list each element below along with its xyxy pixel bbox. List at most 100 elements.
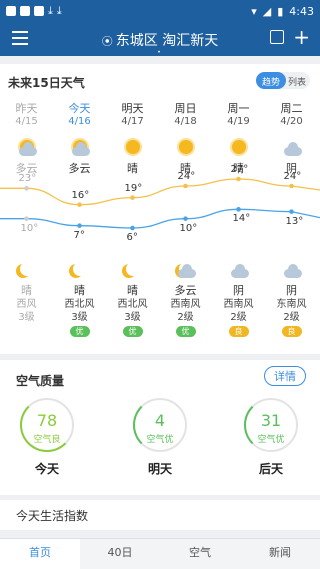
aqi-badge: 优 xyxy=(122,326,143,337)
aqi-gauge-tomorrow[interactable]: 4 空气优 明天 xyxy=(130,398,190,488)
moon-icon xyxy=(16,258,38,280)
wind-level: 3级 xyxy=(71,312,88,323)
low-temp-label: 13° xyxy=(285,215,304,227)
tab-home[interactable]: 首页 xyxy=(0,539,80,569)
day-name: 明天 xyxy=(121,102,144,115)
aqi-ring: 4 空气优 xyxy=(133,398,187,452)
day-condition: 多云 xyxy=(68,162,91,175)
aqi-label: 空气优 xyxy=(257,435,285,445)
aqi-label: 空气优 xyxy=(146,435,174,445)
day-name: 今天 xyxy=(68,102,91,115)
signal-icon: ◢ xyxy=(262,4,272,18)
app-bar: ⦿ 东城区 淘汇新天 • + xyxy=(0,22,320,56)
high-temp-label: 27° xyxy=(230,164,249,175)
night-condition: 晴 xyxy=(127,284,138,297)
page-indicator: • xyxy=(157,49,163,56)
high-temp-label: 16° xyxy=(71,189,90,201)
day-date: 4/19 xyxy=(227,116,250,127)
chart-spacer xyxy=(159,176,212,252)
wind-direction: 西南风 xyxy=(223,299,254,310)
chart-spacer xyxy=(0,176,53,252)
forecast-card: 未来15日天气 趋势 列表 昨天 4/15 多云晴西风 3级 今天 4/16 多云晴西北风 3… xyxy=(0,64,320,354)
wind-direction: 西南风 xyxy=(170,299,201,310)
low-temp-label: 10° xyxy=(20,222,39,234)
aqi-label: 空气良 xyxy=(33,435,61,445)
low-temp-label: 10° xyxy=(179,222,198,234)
aqi-badge: 优 xyxy=(175,326,196,337)
wind-direction: 西北风 xyxy=(117,299,148,310)
aqi-day: 今天 xyxy=(34,462,59,476)
night-cloudy-icon xyxy=(175,258,197,280)
download-icon: ⤓ xyxy=(48,4,53,17)
aqi-day: 后天 xyxy=(258,462,283,476)
tab-air[interactable]: 空气 xyxy=(160,539,240,569)
aqi-ring: 31 空气优 xyxy=(244,398,298,452)
moon-icon xyxy=(122,258,144,280)
tab-news[interactable]: 新闻 xyxy=(240,539,320,569)
aqi-badge: 良 xyxy=(281,326,302,337)
chart-spacer xyxy=(265,176,318,252)
notification-icon xyxy=(34,6,44,16)
aqi-day: 明天 xyxy=(147,462,172,476)
high-temp-label: 24° xyxy=(283,171,302,182)
aqi-value: 78 xyxy=(36,411,58,430)
night-condition: 阴 xyxy=(233,284,244,297)
forecast-day-column[interactable]: 今天 4/16 多云晴西北风 3级优 xyxy=(53,100,106,337)
day-name: 周一 xyxy=(227,102,250,115)
high-temp-label: 23° xyxy=(18,173,37,185)
wind-level: 2级 xyxy=(283,312,300,323)
location-pin-icon: ⦿ xyxy=(101,35,113,48)
aqi-value: 31 xyxy=(260,411,282,430)
low-temp-label: 14° xyxy=(232,213,251,225)
wind-level: 3级 xyxy=(18,312,35,323)
wind-direction: 西北风 xyxy=(64,299,95,310)
sun-icon xyxy=(122,136,144,158)
details-button[interactable]: 详情 xyxy=(264,366,306,386)
cloud-icon xyxy=(281,136,303,158)
day-date: 4/15 xyxy=(15,116,38,127)
wifi-icon: ▾ xyxy=(251,4,257,18)
forecast-day-column[interactable]: 周日 4/18 晴多云 西南风 2级优 xyxy=(159,100,212,337)
day-date: 4/18 xyxy=(174,116,197,127)
air-quality-card: 空气质量 详情 78 空气良 今天 4 空气优 明天 31 空气优 后天 xyxy=(0,360,320,495)
night-condition: 晴 xyxy=(74,284,85,297)
sun-icon xyxy=(228,136,250,158)
cloud-icon xyxy=(281,258,303,280)
clock: 4:43 xyxy=(289,4,314,18)
moon-icon xyxy=(69,258,91,280)
wind-level: 2级 xyxy=(230,312,247,323)
battery-icon: ▮ xyxy=(277,4,284,18)
high-temp-label: 24° xyxy=(177,171,196,182)
wind-direction: 东南风 xyxy=(276,299,307,310)
aqi-badge: 优 xyxy=(69,326,90,337)
life-index-title: 今天生活指数 xyxy=(16,509,89,523)
night-condition: 晴 xyxy=(21,284,32,297)
night-condition: 阴 xyxy=(286,284,297,297)
aqi-gauge-day-after[interactable]: 31 空气优 后天 xyxy=(241,398,301,488)
aqi-ring: 78 空气良 xyxy=(20,398,74,452)
add-city-icon[interactable]: + xyxy=(293,27,310,47)
edit-icon[interactable] xyxy=(270,30,284,44)
sun-icon xyxy=(175,136,197,158)
bottom-tab-bar: 首页 40日 空气 新闻 xyxy=(0,538,320,569)
forecast-day-column[interactable]: 昨天 4/15 多云晴西风 3级 xyxy=(0,100,53,324)
day-date: 4/16 xyxy=(68,116,91,127)
low-temp-label: 6° xyxy=(126,232,138,243)
aqi-value: 4 xyxy=(154,411,166,430)
night-condition: 多云 xyxy=(174,284,197,297)
forecast-day-column[interactable]: 明天 4/17 晴晴西北风 3级优 xyxy=(106,100,159,337)
day-name: 周二 xyxy=(280,102,303,115)
life-index-card[interactable]: 今天生活指数 xyxy=(0,500,320,530)
partly-cloudy-icon xyxy=(69,136,91,158)
notification-icon xyxy=(20,6,30,16)
wind-level: 2级 xyxy=(177,312,194,323)
day-condition: 晴 xyxy=(127,162,138,175)
aqi-gauge-today[interactable]: 78 空气良 今天 xyxy=(17,398,77,488)
wind-direction: 西风 xyxy=(16,299,37,310)
low-temp-label: 7° xyxy=(73,229,85,241)
tab-40-day[interactable]: 40日 xyxy=(80,539,160,569)
day-name: 昨天 xyxy=(15,102,38,115)
wind-level: 3级 xyxy=(124,312,141,323)
partly-cloudy-icon xyxy=(16,136,38,158)
high-temp-label: 19° xyxy=(124,182,143,194)
